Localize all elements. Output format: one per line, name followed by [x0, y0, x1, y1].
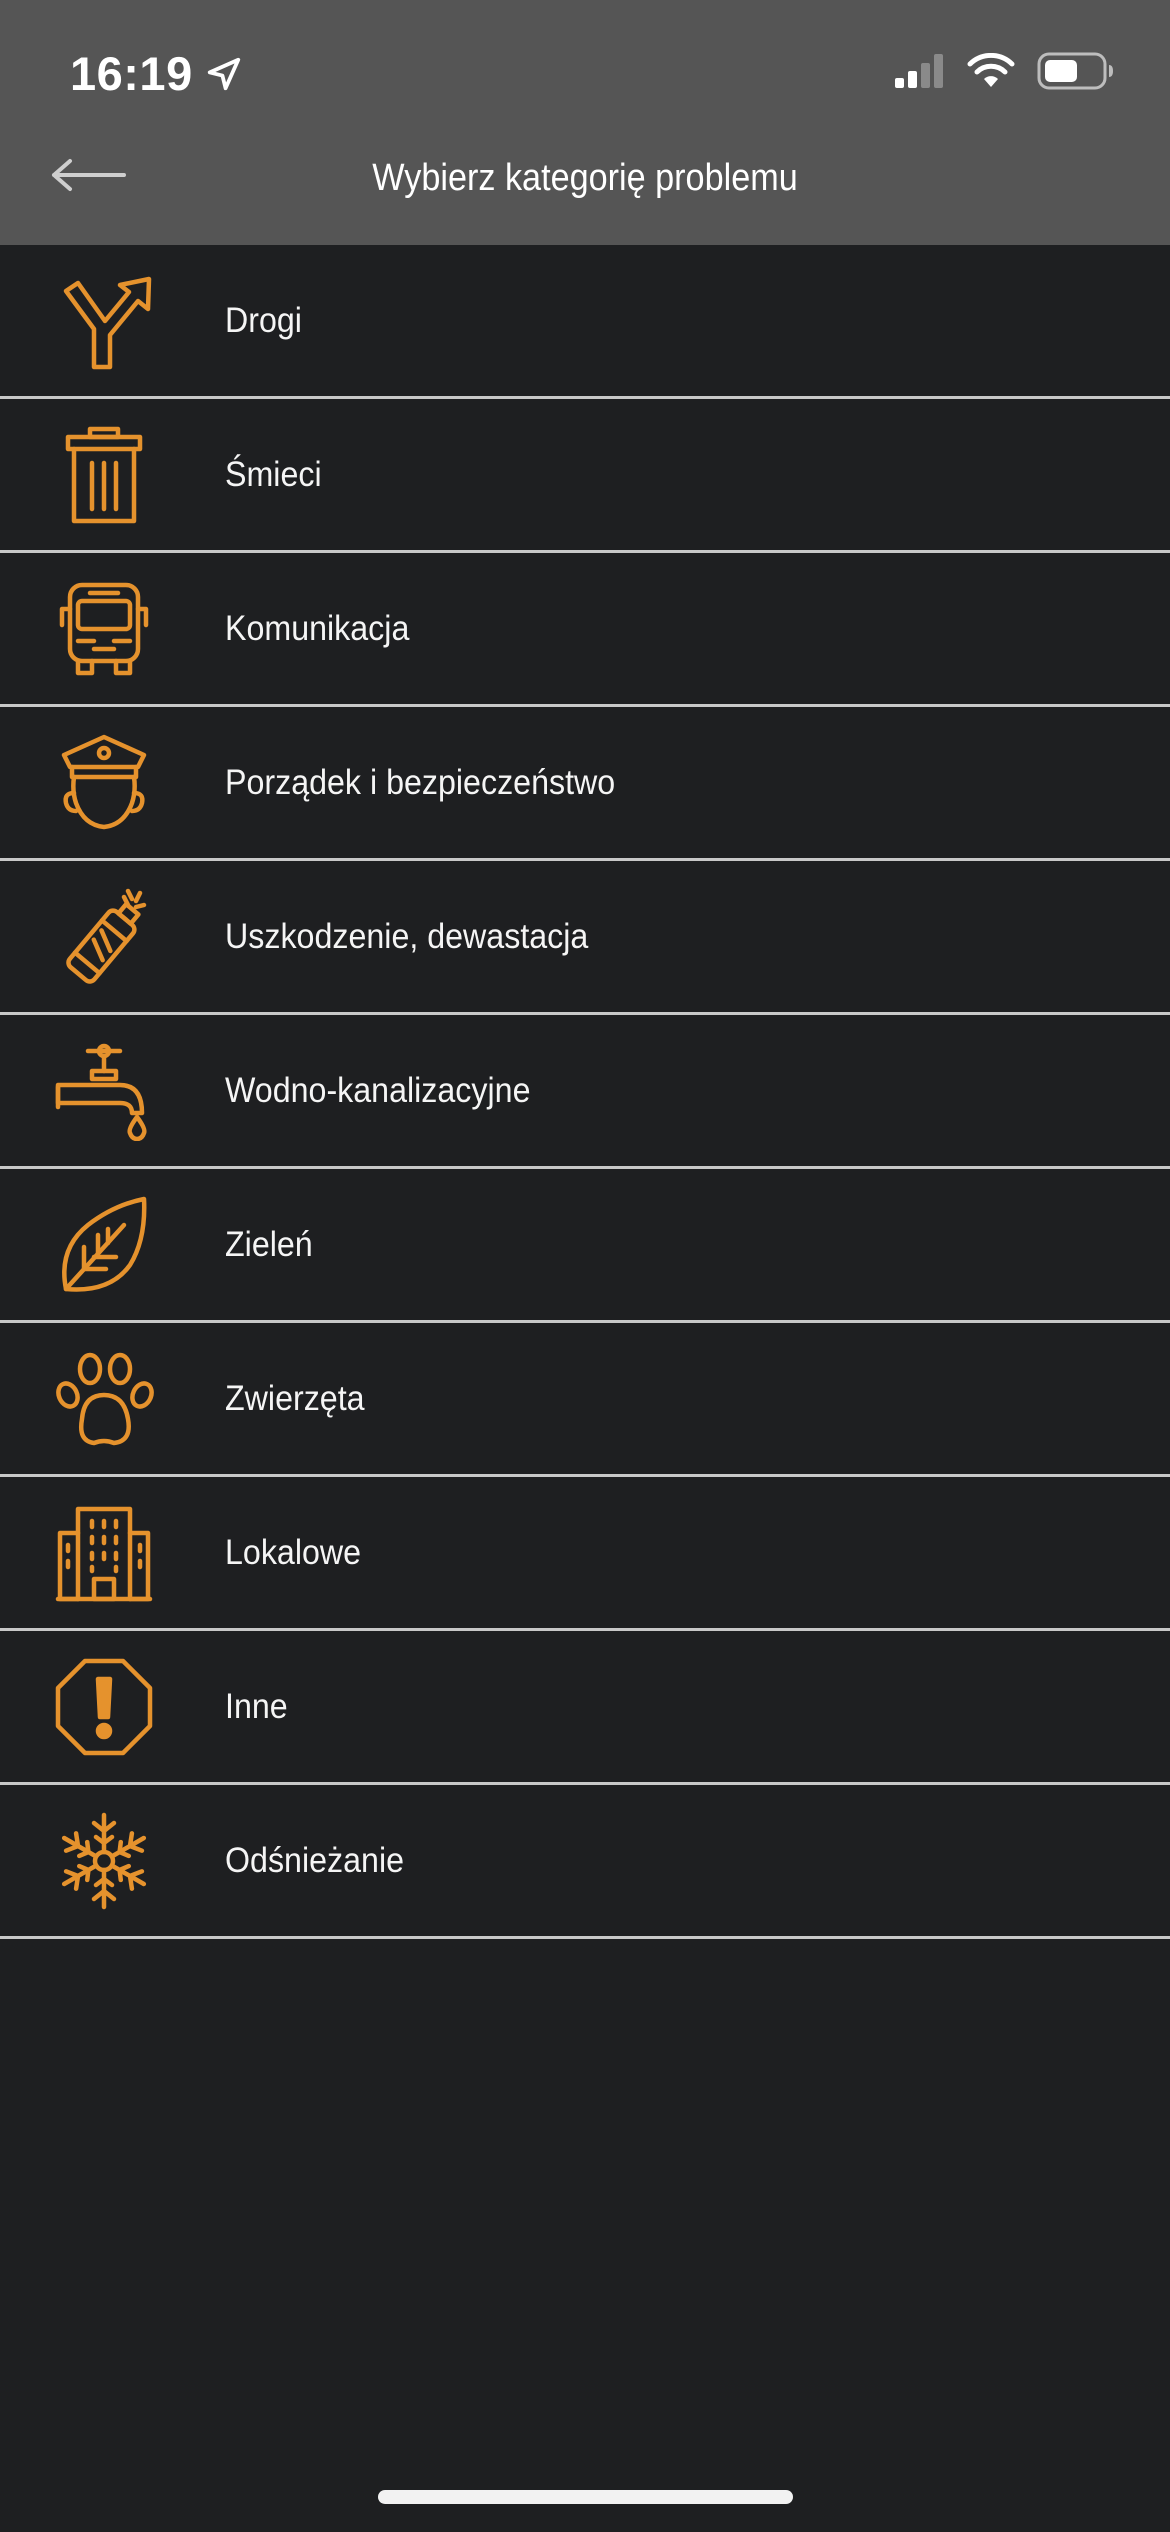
location-arrow-icon [207, 57, 240, 90]
category-item-smieci[interactable]: Śmieci [0, 399, 1170, 553]
category-item-uszkodzenie[interactable]: Uszkodzenie, dewastacja [0, 861, 1170, 1015]
battery-icon [1037, 52, 1113, 90]
building-icon [52, 1501, 156, 1605]
category-item-wodno-kanalizacyjne[interactable]: Wodno-kanalizacyjne [0, 1015, 1170, 1169]
page-title: Wybierz kategorię problemu [372, 157, 798, 199]
status-icons [893, 52, 1115, 90]
category-label: Inne [225, 1686, 288, 1726]
top-bar: 16:19 Wybierz kategorię problemu [0, 0, 1170, 245]
leaf-icon [52, 1193, 156, 1297]
signal-icon [895, 54, 943, 88]
category-item-komunikacja[interactable]: Komunikacja [0, 553, 1170, 707]
category-label: Wodno-kanalizacyjne [225, 1070, 531, 1110]
status-time: 16:19 [70, 46, 243, 101]
category-item-odsniezanie[interactable]: Odśnieżanie [0, 1785, 1170, 1939]
status-time-text: 16:19 [70, 47, 193, 100]
wifi-icon [967, 53, 1015, 87]
category-item-inne[interactable]: Inne [0, 1631, 1170, 1785]
bus-icon [52, 577, 156, 681]
police-officer-icon [52, 731, 156, 835]
snowflake-icon [52, 1809, 156, 1913]
paw-icon [52, 1347, 156, 1451]
category-item-porzadek[interactable]: Porządek i bezpieczeństwo [0, 707, 1170, 861]
warning-octagon-icon [52, 1655, 156, 1759]
water-tap-icon [52, 1039, 156, 1143]
category-label: Lokalowe [225, 1532, 362, 1572]
road-fork-icon [52, 269, 156, 373]
category-label: Zwierzęta [225, 1378, 365, 1418]
category-item-drogi[interactable]: Drogi [0, 245, 1170, 399]
category-list: Drogi Śmieci Komunikacja Porządek i bezp… [0, 245, 1170, 1939]
home-indicator[interactable] [378, 2490, 793, 2504]
category-label: Drogi [225, 300, 302, 340]
category-label: Zieleń [225, 1224, 313, 1264]
spray-can-icon [52, 885, 156, 989]
category-label: Uszkodzenie, dewastacja [225, 916, 589, 956]
category-item-zwierzeta[interactable]: Zwierzęta [0, 1323, 1170, 1477]
category-label: Porządek i bezpieczeństwo [225, 762, 616, 802]
category-label: Śmieci [225, 454, 322, 494]
category-label: Komunikacja [225, 608, 410, 648]
category-label: Odśnieżanie [225, 1840, 405, 1880]
category-item-zielen[interactable]: Zieleń [0, 1169, 1170, 1323]
category-item-lokalowe[interactable]: Lokalowe [0, 1477, 1170, 1631]
trash-bin-icon [52, 423, 156, 527]
